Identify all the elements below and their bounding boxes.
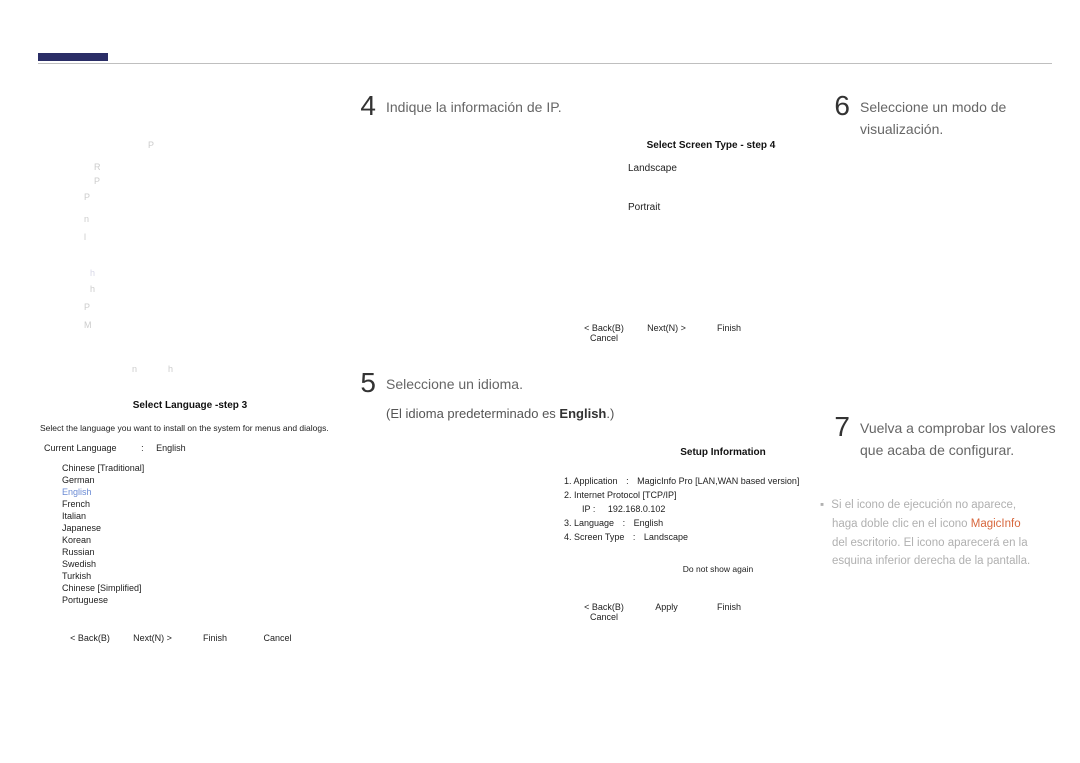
list-item[interactable]: French <box>62 499 340 509</box>
note-line-4: esquina inferior derecha de la pantalla. <box>832 555 1030 567</box>
sep: : <box>633 532 636 542</box>
info-ip-label: IP : <box>582 504 595 514</box>
back-button[interactable]: < Back(B) <box>574 323 634 333</box>
step-number-4: 4 <box>346 90 376 122</box>
ghost-text: h <box>168 362 173 376</box>
back-button[interactable]: < Back(B) <box>574 602 634 612</box>
list-item[interactable]: Russian <box>62 547 340 557</box>
ghost-text: n <box>84 212 89 226</box>
note-line-3: del escritorio. El icono aparecerá en la <box>832 537 1028 549</box>
panel-title-language: Select Language -step 3 <box>40 400 340 411</box>
list-item[interactable]: Turkish <box>62 571 340 581</box>
info-lang-label: 3. Language <box>564 518 614 528</box>
footnote: ▪ Si el icono de ejecución no aparece, h… <box>820 496 1080 572</box>
step-5-sub-before: (El idioma predeterminado es <box>386 406 559 421</box>
step-number-7: 7 <box>820 411 850 443</box>
cancel-button[interactable]: Cancel <box>248 633 308 643</box>
info-ip-proto: 2. Internet Protocol [TCP/IP] <box>564 490 806 500</box>
column-middle: 4 Indique la información de IP. Select S… <box>340 90 806 743</box>
sep: : <box>141 443 144 453</box>
step-title-5: Seleccione un idioma. <box>386 373 523 395</box>
list-item[interactable]: Italian <box>62 511 340 521</box>
language-intro: Select the language you want to install … <box>40 423 340 433</box>
note-line-2a: haga doble clic en el icono <box>832 518 971 530</box>
step-number-6: 6 <box>820 90 850 122</box>
ghost-text: P <box>84 190 90 204</box>
header-rule <box>38 63 1052 64</box>
current-language-label: Current Language <box>44 443 117 453</box>
ghost-text: M <box>84 318 92 332</box>
step-title-7: Vuelva a comprobar los valores que acaba… <box>860 417 1070 462</box>
option-landscape[interactable]: Landscape <box>628 163 806 174</box>
finish-button[interactable]: Finish <box>185 633 245 643</box>
note-line-1: Si el icono de ejecución no aparece, <box>831 499 1016 511</box>
ghost-text: h <box>90 266 95 280</box>
next-button[interactable]: Next(N) > <box>637 323 697 333</box>
step-5-sub-after: .) <box>606 406 614 421</box>
back-button[interactable]: < Back(B) <box>60 633 120 643</box>
language-list[interactable]: Chinese [Traditional] German English Fre… <box>40 463 340 605</box>
apply-button[interactable]: Apply <box>637 602 697 612</box>
ghost-text: l <box>84 230 86 244</box>
ghost-text: R <box>94 160 101 174</box>
step-number-5: 5 <box>346 367 376 399</box>
panel-title-setup: Setup Information <box>640 447 806 458</box>
current-language-row: Current Language : English <box>44 443 340 453</box>
list-item[interactable]: English <box>62 487 340 497</box>
ghost-text: n <box>132 362 137 376</box>
ghost-text: h <box>90 282 95 296</box>
list-item[interactable]: German <box>62 475 340 485</box>
list-item[interactable]: Korean <box>62 535 340 545</box>
list-item[interactable]: Chinese [Simplified] <box>62 583 340 593</box>
current-language-value: English <box>156 443 186 453</box>
option-portrait[interactable]: Portrait <box>628 202 806 213</box>
column-left: P R P P n l h h P M n h Select Language … <box>40 90 340 743</box>
list-item[interactable]: Swedish <box>62 559 340 569</box>
info-screen-label: 4. Screen Type <box>564 532 624 542</box>
panel-title-screentype: Select Screen Type - step 4 <box>616 140 806 151</box>
bullet-icon: ▪ <box>820 499 824 511</box>
list-item[interactable]: Portuguese <box>62 595 340 605</box>
sep: : <box>626 476 629 486</box>
step-title-6: Seleccione un modo de visualización. <box>860 96 1080 141</box>
ghost-text: P <box>84 300 90 314</box>
step-5-sub-bold: English <box>559 406 606 421</box>
brand-name: MagicInfo <box>971 518 1021 530</box>
info-screen-value: Landscape <box>644 532 688 542</box>
list-item[interactable]: Chinese [Traditional] <box>62 463 340 473</box>
step-title-4: Indique la información de IP. <box>386 96 562 118</box>
info-app-value: MagicInfo Pro [LAN,WAN based version] <box>637 476 799 486</box>
cancel-button[interactable]: Cancel <box>574 612 634 622</box>
cancel-button[interactable]: Cancel <box>574 333 634 343</box>
do-not-show-again[interactable]: Do not show again <box>630 564 806 574</box>
info-app-label: 1. Application <box>564 476 618 486</box>
ghost-text: P <box>148 138 154 152</box>
sep: : <box>623 518 626 528</box>
list-item[interactable]: Japanese <box>62 523 340 533</box>
header-accent <box>38 53 108 61</box>
next-button[interactable]: Next(N) > <box>123 633 183 643</box>
column-right: 6 Seleccione un modo de visualización. 7… <box>820 90 1080 743</box>
ghost-text: P <box>94 174 100 188</box>
info-lang-value: English <box>634 518 664 528</box>
finish-button[interactable]: Finish <box>699 602 759 612</box>
finish-button[interactable]: Finish <box>699 323 759 333</box>
info-ip-value: 192.168.0.102 <box>608 504 666 514</box>
